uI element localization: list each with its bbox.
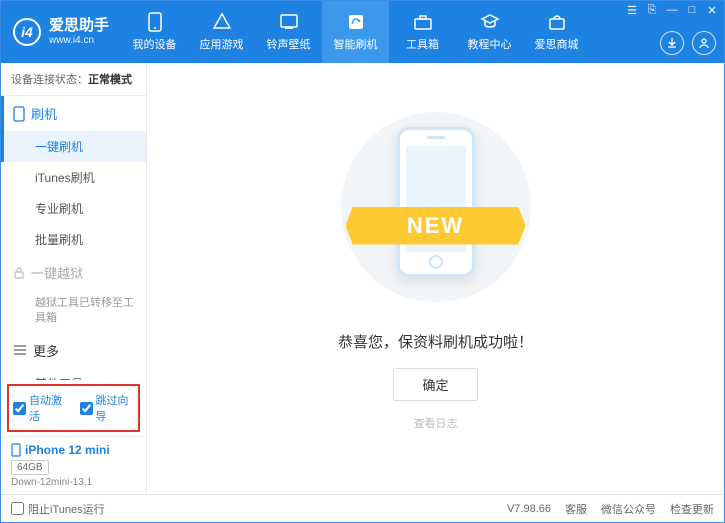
- device-info[interactable]: iPhone 12 mini 64GB Down-12mini-13,1: [1, 436, 146, 494]
- download-button[interactable]: [660, 31, 684, 55]
- check-update-link[interactable]: 检查更新: [670, 501, 714, 517]
- nav-store[interactable]: 爱思商城: [523, 1, 590, 63]
- success-message: 恭喜您，保资料刷机成功啦！: [338, 331, 533, 352]
- device-storage: 64GB: [11, 460, 49, 475]
- sidebar-item-pro[interactable]: 专业刷机: [1, 193, 146, 224]
- view-log-link[interactable]: 查看日志: [414, 415, 458, 431]
- maximize-icon[interactable]: □: [684, 3, 700, 17]
- sidebar-item-oneclick[interactable]: 一键刷机: [1, 131, 146, 162]
- nav-toolbox[interactable]: 工具箱: [389, 1, 456, 63]
- apps-icon: [212, 12, 232, 32]
- sidebar-item-batch[interactable]: 批量刷机: [1, 224, 146, 255]
- logo[interactable]: i4 爱思助手 www.i4.cn: [1, 1, 121, 63]
- more-icon: [13, 344, 27, 356]
- flash-options: 自动激活 跳过向导: [7, 384, 140, 432]
- section-flash[interactable]: 刷机: [1, 96, 146, 131]
- phone-icon: [11, 443, 21, 457]
- new-banner: NEW: [346, 207, 526, 245]
- device-model: Down-12mini-13,1: [11, 477, 136, 488]
- header: i4 爱思助手 www.i4.cn 我的设备 应用游戏 铃声壁纸 智能刷机: [1, 1, 724, 63]
- nav-ringtones[interactable]: 铃声壁纸: [255, 1, 322, 63]
- tutorial-icon: [480, 12, 500, 32]
- phone-graphic: [397, 127, 475, 277]
- jailbreak-note: 越狱工具已转移至工具箱: [1, 290, 146, 333]
- header-right-icons: [660, 31, 716, 55]
- phone-icon: [13, 106, 25, 122]
- section-more[interactable]: 更多: [1, 333, 146, 368]
- sidebar-item-other[interactable]: 其他工具: [1, 368, 146, 380]
- app-url: www.i4.cn: [49, 35, 109, 47]
- check-skip-guide[interactable]: 跳过向导: [80, 392, 135, 424]
- version-label: V7.98.66: [507, 503, 551, 515]
- app-window: i4 爱思助手 www.i4.cn 我的设备 应用游戏 铃声壁纸 智能刷机: [0, 0, 725, 523]
- profile-button[interactable]: [692, 31, 716, 55]
- wechat-link[interactable]: 微信公众号: [601, 501, 656, 517]
- device-name: iPhone 12 mini: [11, 443, 136, 457]
- main-content: NEW 恭喜您，保资料刷机成功啦！ 确定 查看日志: [147, 63, 724, 494]
- store-icon: [547, 12, 567, 32]
- minimize-icon[interactable]: ―: [664, 3, 680, 17]
- connection-status: 设备连接状态：正常模式: [1, 63, 146, 96]
- nav-apps-games[interactable]: 应用游戏: [188, 1, 255, 63]
- phone-icon: [145, 12, 165, 32]
- customer-service-link[interactable]: 客服: [565, 501, 587, 517]
- toolbox-icon: [413, 12, 433, 32]
- section-jailbreak[interactable]: 一键越狱: [1, 255, 146, 290]
- menu-icon[interactable]: ☰: [624, 3, 640, 17]
- wallpaper-icon: [279, 12, 299, 32]
- logo-icon: i4: [13, 18, 41, 46]
- confirm-button[interactable]: 确定: [393, 368, 477, 401]
- sidebar-item-itunes[interactable]: iTunes刷机: [1, 162, 146, 193]
- lock-icon[interactable]: ⎘: [644, 3, 660, 17]
- sidebar: 设备连接状态：正常模式 刷机 一键刷机 iTunes刷机 专业刷机 批量刷机 一…: [1, 63, 147, 494]
- nav-smart-flash[interactable]: 智能刷机: [322, 1, 389, 63]
- lock-icon: [13, 266, 25, 280]
- check-auto-activate[interactable]: 自动激活: [13, 392, 68, 424]
- footer: 阻止iTunes运行 V7.98.66 客服 微信公众号 检查更新: [1, 494, 724, 522]
- window-controls: ☰ ⎘ ― □ ✕: [624, 3, 720, 17]
- block-itunes-check[interactable]: 阻止iTunes运行: [11, 501, 105, 517]
- close-icon[interactable]: ✕: [704, 3, 720, 17]
- body: 设备连接状态：正常模式 刷机 一键刷机 iTunes刷机 专业刷机 批量刷机 一…: [1, 63, 724, 494]
- flash-icon: [346, 12, 366, 32]
- success-illustration: NEW: [336, 107, 536, 307]
- nav-tutorials[interactable]: 教程中心: [456, 1, 523, 63]
- nav-my-device[interactable]: 我的设备: [121, 1, 188, 63]
- app-name: 爱思助手: [49, 17, 109, 35]
